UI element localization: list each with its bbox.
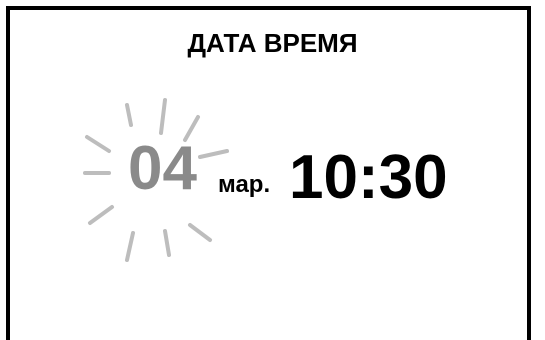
device-screen: ДАТА ВРЕМЯ 04 мар. 10:30 (6, 6, 531, 340)
date-month-value: мар. (218, 171, 271, 198)
screen-title: ДАТА ВРЕМЯ (187, 28, 358, 58)
time-value: 10:30 (289, 143, 448, 212)
date-day-value[interactable]: 04 (128, 138, 197, 200)
